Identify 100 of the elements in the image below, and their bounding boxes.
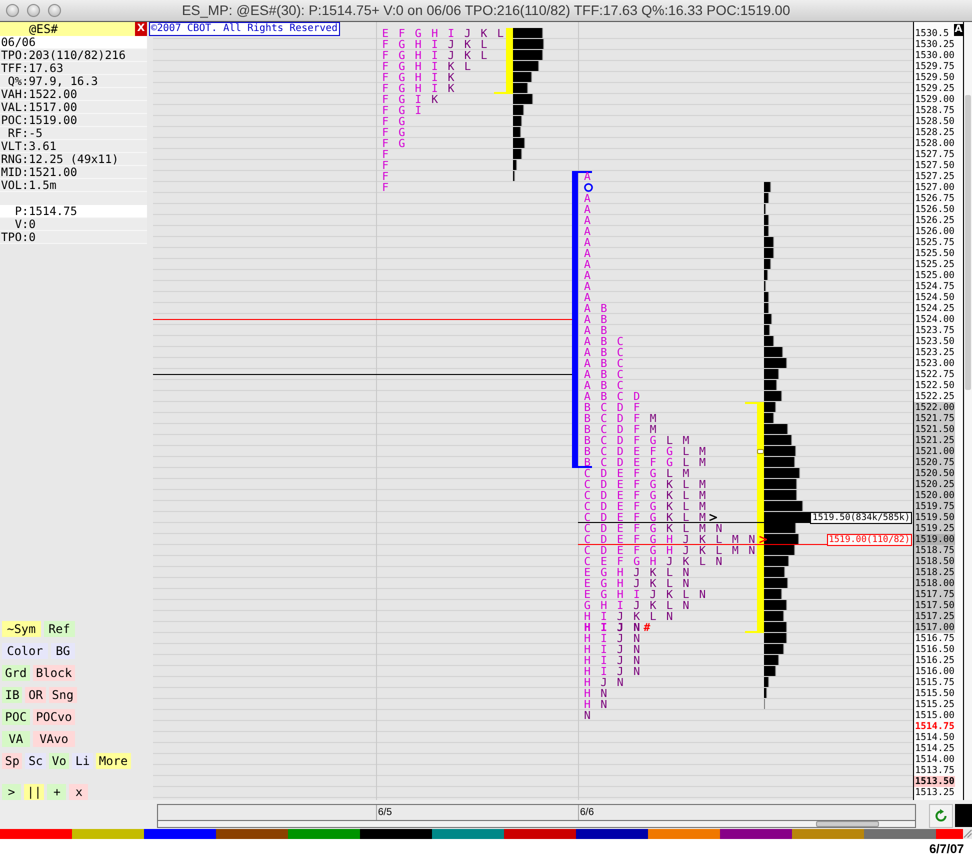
- tool-button[interactable]: Color: [2, 643, 48, 659]
- tpo-letters: C D E F G H J K L M N: [584, 535, 757, 544]
- color-swatch-icon[interactable]: [72, 829, 144, 839]
- color-swatch-icon[interactable]: [216, 829, 288, 839]
- price-label: 1517.75: [914, 589, 955, 600]
- volume-bar: [764, 479, 797, 489]
- color-swatch-icon[interactable]: [576, 829, 648, 839]
- volume-bar: [764, 589, 782, 599]
- tool-button[interactable]: POCvo: [32, 709, 75, 725]
- tpo-letters: F G H I J K L: [382, 40, 489, 49]
- tpo-letters: C D E F G K L M: [584, 480, 708, 489]
- tpo-letters: H I J K L N: [584, 612, 674, 621]
- tool-button[interactable]: Sc: [25, 753, 46, 769]
- price-label: 1515.75: [914, 677, 955, 688]
- refresh-icon: [934, 809, 948, 823]
- tool-button[interactable]: Ref: [44, 621, 75, 637]
- color-swatch-icon[interactable]: [144, 829, 216, 839]
- tool-button[interactable]: IB: [2, 687, 22, 703]
- playback-button[interactable]: >: [2, 784, 21, 800]
- price-label: 1527.75: [914, 149, 955, 160]
- price-label: 1521.25: [914, 435, 955, 446]
- tpo-letters: A: [584, 194, 592, 203]
- scrollbar-thumb[interactable]: [816, 821, 879, 827]
- price-label: 1519.75: [914, 501, 955, 512]
- price-label: 1515.00: [914, 710, 955, 721]
- price-label: 1523.25: [914, 347, 955, 358]
- tool-button[interactable]: Grd: [2, 665, 30, 681]
- tpo-letters: C D E F G H J K L M N: [584, 546, 757, 555]
- scrollbar-thumb[interactable]: [965, 95, 971, 390]
- tpo-letters: A B: [584, 326, 609, 335]
- price-label: 1519.00: [914, 534, 955, 545]
- volume-bar: [764, 501, 803, 511]
- scrollbar-track[interactable]: [963, 22, 972, 800]
- tool-button[interactable]: POC: [2, 709, 30, 725]
- color-swatch-icon[interactable]: [288, 829, 360, 839]
- tpo-letters: C D E F G L M: [584, 469, 691, 478]
- price-label: 1513.75: [914, 765, 955, 776]
- tpo-letters: B C D F G L M: [584, 436, 691, 445]
- tpo-letters: A B: [584, 315, 609, 324]
- volume-bar: [764, 567, 785, 577]
- tool-button[interactable]: OR: [25, 687, 46, 703]
- tpo-letters: B C D F M: [584, 414, 658, 423]
- color-swatch-icon[interactable]: [432, 829, 504, 839]
- tool-button[interactable]: Sng: [48, 687, 77, 703]
- tpo-letters: E G H I J K L N: [584, 590, 708, 599]
- color-swatch-icon[interactable]: [720, 829, 792, 839]
- price-label: 1528.75: [914, 105, 955, 116]
- price-label: 1520.00: [914, 490, 955, 501]
- tpo-letters: A: [584, 205, 592, 214]
- close-button[interactable]: X: [135, 22, 147, 36]
- price-label: 1525.75: [914, 237, 955, 248]
- tool-button[interactable]: More: [96, 753, 131, 769]
- playback-button[interactable]: ||: [24, 784, 44, 800]
- price-label: 1514.50: [914, 732, 955, 743]
- color-swatch-icon[interactable]: [864, 829, 936, 839]
- tpo-letters: H I J N: [584, 667, 642, 676]
- price-label: 1525.25: [914, 259, 955, 270]
- volume-bar: [764, 578, 788, 588]
- window-close-button[interactable]: [6, 4, 19, 17]
- tpo-letters: A B C: [584, 381, 626, 390]
- price-label: 1517.00: [914, 622, 955, 633]
- color-swatch-icon[interactable]: [504, 829, 576, 839]
- window-minimize-button[interactable]: [27, 4, 40, 17]
- color-swatch-icon[interactable]: [792, 829, 864, 839]
- axis-badge[interactable]: A: [954, 24, 963, 36]
- price-label: 1524.50: [914, 292, 955, 303]
- color-swatch-icon[interactable]: [648, 829, 720, 839]
- tpo-letters: A: [584, 249, 592, 258]
- tool-button[interactable]: Vo: [48, 753, 70, 769]
- volume-bar: [764, 435, 792, 445]
- price-label: 1528.50: [914, 116, 955, 127]
- tool-button[interactable]: ~Sym: [2, 621, 41, 637]
- scrollbar-track[interactable]: [158, 821, 915, 827]
- tool-button[interactable]: VA: [2, 731, 30, 747]
- playback-button[interactable]: x: [69, 784, 88, 800]
- tpo-letters: A: [584, 260, 592, 269]
- tpo-letters: A: [584, 293, 592, 302]
- refresh-button[interactable]: [929, 804, 953, 828]
- color-swatch-icon[interactable]: [936, 829, 963, 839]
- date-text: 6/7/07: [929, 842, 964, 856]
- stat-line: VAH:1522.00: [0, 88, 147, 101]
- price-label: 1525.50: [914, 248, 955, 259]
- volume-bar: [513, 72, 532, 82]
- tool-button[interactable]: BG: [50, 643, 76, 659]
- tool-button[interactable]: Li: [72, 753, 93, 769]
- tool-button[interactable]: Sp: [2, 753, 22, 769]
- price-label: 1515.50: [914, 688, 955, 699]
- price-label: 1520.25: [914, 479, 955, 490]
- tpo-letters: G H I J K L N: [584, 601, 691, 610]
- color-swatch-icon[interactable]: [360, 829, 432, 839]
- resize-grip-icon[interactable]: [963, 829, 972, 838]
- stat-line: VLT:3.61: [0, 140, 147, 153]
- tool-button[interactable]: Block: [32, 665, 75, 681]
- tool-button[interactable]: VAvo: [32, 731, 76, 747]
- color-swatch-icon[interactable]: [0, 829, 72, 839]
- playback-button[interactable]: +: [47, 784, 66, 800]
- tpo-letters: A B C D: [584, 392, 642, 401]
- window-zoom-button[interactable]: [48, 4, 61, 17]
- tpo-letters: E G H J K L N: [584, 579, 691, 588]
- price-label: 1513.25: [914, 787, 955, 798]
